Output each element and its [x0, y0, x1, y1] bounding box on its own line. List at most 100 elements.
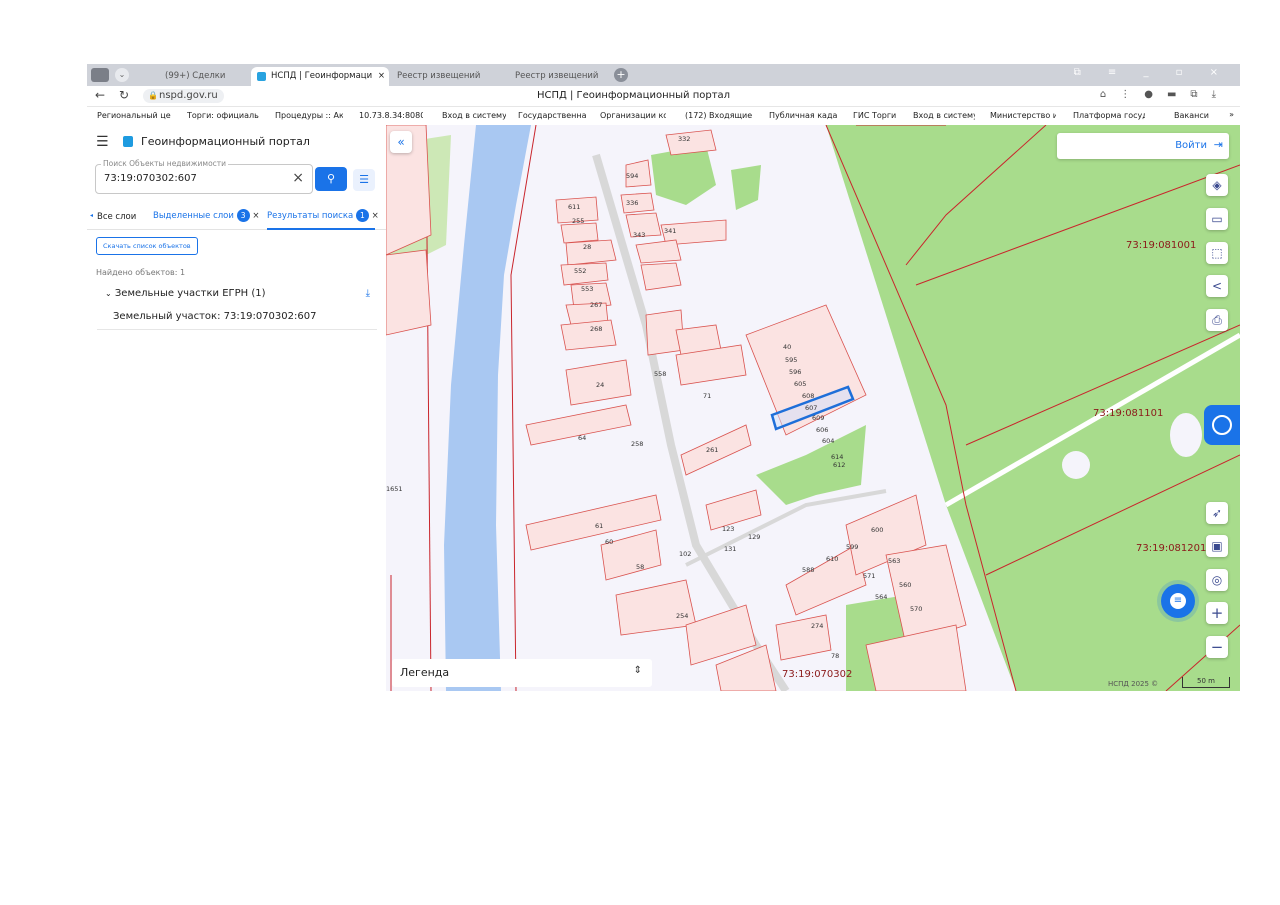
scale-bar: 50 m	[1182, 677, 1230, 688]
minimap-icon: ▣	[1211, 539, 1223, 553]
parcel-label: 254	[676, 612, 689, 620]
map-canvas[interactable]: 332 594 336 611 255 343 341 28 552 553 2…	[386, 125, 1240, 691]
download-list-button[interactable]: Скачать список объектов	[96, 237, 198, 255]
tab-selected-layers[interactable]: Выделенные слои 3 ×	[153, 209, 259, 222]
filter-button[interactable]: ☰	[353, 169, 375, 191]
search-panel: ☰ Геоинформационный портал Поиск Объекты…	[87, 125, 386, 691]
legend-selector[interactable]: Легенда ⇕	[392, 659, 652, 687]
quarter-label: 73:19:070302	[782, 669, 853, 680]
reload-icon[interactable]: ↻	[119, 88, 129, 102]
collapse-panel-button[interactable]: «	[390, 131, 412, 153]
new-tab-icon[interactable]: +	[614, 68, 628, 82]
tab-all-layers[interactable]: Все слои	[97, 212, 136, 222]
side-panel-toggle[interactable]	[1204, 405, 1240, 445]
chat-list-icon: ≡	[1170, 593, 1186, 609]
close-tab-icon[interactable]: ×	[372, 211, 379, 221]
locate-me-button[interactable]: ➶	[1206, 502, 1228, 524]
login-label: Войти	[1175, 140, 1207, 151]
tab-notices-2[interactable]: Реестр извещений	[495, 67, 615, 86]
clearing	[1062, 451, 1090, 479]
search-input[interactable]: Поиск Объекты недвижимости 73:19:070302:…	[95, 159, 313, 194]
bookmark-item[interactable]: Публичная кадас	[769, 111, 837, 120]
parcel-label: 129	[748, 533, 761, 541]
result-group-header[interactable]: ⌄ Земельные участки ЕГРН (1) ⤓	[105, 288, 370, 299]
login-arrow-icon: ⇥	[1213, 138, 1223, 151]
clear-search-icon[interactable]: ×	[292, 170, 304, 186]
ruler-button[interactable]: ▭	[1206, 208, 1228, 230]
chat-button[interactable]: ≡	[1161, 584, 1195, 618]
parcel-label: 595	[785, 356, 798, 364]
download-group-icon[interactable]: ⤓	[366, 288, 370, 299]
minimap-button[interactable]: ▣	[1206, 535, 1228, 557]
print-button[interactable]: ⎙	[1206, 309, 1228, 331]
hamburger-menu-icon[interactable]: ☰	[96, 134, 109, 150]
layers-button[interactable]: ◈	[1206, 174, 1228, 196]
result-item-label: Земельный участок: 73:19:070302:607	[113, 311, 317, 322]
bookmark-item[interactable]: Министерство и	[990, 111, 1056, 120]
bookmark-item[interactable]: Платформа госуд	[1073, 111, 1145, 120]
scale-label: 50 m	[1197, 677, 1215, 685]
zoom-in-button[interactable]: +	[1206, 602, 1228, 624]
parcel-label: 564	[875, 593, 888, 601]
tab-notices-1[interactable]: Реестр извещений	[377, 67, 497, 86]
bookmark-item[interactable]: Вход в систему	[913, 111, 975, 120]
location-arrow-icon: ➶	[1211, 506, 1223, 520]
bookmark-item[interactable]: Государственная	[518, 111, 586, 120]
share-button[interactable]: <	[1206, 275, 1228, 297]
bookmark-item[interactable]: 10.73.8.34:8080/c	[359, 111, 423, 120]
area-select-button[interactable]: ⬚	[1206, 242, 1228, 264]
parcel-label: 599	[846, 543, 859, 551]
tab-label: НСПД | Геоинформаци	[271, 71, 373, 81]
browser-menu-icon[interactable]	[91, 68, 109, 82]
result-item[interactable]: Земельный участок: 73:19:070302:607	[97, 303, 377, 330]
tab-label: Выделенные слои	[153, 211, 234, 221]
parcel-label: 614	[831, 453, 844, 461]
parcel-label: 596	[789, 368, 802, 376]
search-icon: ⚲	[326, 172, 336, 185]
login-button[interactable]: Войти ⇥	[1057, 133, 1229, 159]
parcel-label: 341	[664, 227, 677, 235]
parcel-label: 604	[822, 437, 835, 445]
bookmark-item[interactable]: Торги: официалы	[187, 111, 259, 120]
browser-tab-bar: ⌄ (99+) Сделки НСПД | Геоинформаци × Рее…	[87, 64, 1240, 86]
close-tab-icon[interactable]: ×	[252, 211, 259, 221]
share-icon: <	[1211, 279, 1223, 293]
address-bar: ← ↻ 🔒 nspd.gov.ru НСПД | Геоинформационн…	[87, 86, 1240, 107]
portal-logo-icon	[123, 136, 133, 147]
search-button[interactable]: ⚲	[315, 167, 347, 191]
parcel-label: 608	[802, 392, 815, 400]
tab-nspd[interactable]: НСПД | Геоинформаци ×	[251, 67, 389, 86]
search-value: 73:19:070302:607	[104, 173, 197, 184]
group-title: Земельные участки ЕГРН (1)	[114, 288, 266, 299]
parcel-label: 274	[811, 622, 824, 630]
bookmark-item[interactable]: (172) Входящие -	[685, 111, 753, 120]
parcel-label: 612	[833, 461, 846, 469]
window-controls-icon[interactable]: ⧉ ≡ _ ▫ ×	[1074, 67, 1230, 78]
page-title: НСПД | Геоинформационный портал	[537, 90, 731, 101]
bookmark-item[interactable]: ГИС Торги	[853, 111, 899, 120]
toolbar-icons[interactable]: ⌂⋮●▬⧉⤓	[1100, 89, 1230, 100]
parcel-label: 60	[605, 538, 614, 546]
results-count-badge: 1	[355, 209, 369, 222]
url-field[interactable]: 🔒 nspd.gov.ru	[143, 89, 224, 103]
bookmark-item[interactable]: Региональный це	[97, 111, 171, 120]
bookmark-item[interactable]: Процедуры :: Акт	[275, 111, 343, 120]
tabs-scroll-left-icon[interactable]: ◂	[90, 212, 93, 219]
chat-bubble-icon	[1212, 415, 1232, 435]
tab-search-results[interactable]: Результаты поиска 1 ×	[267, 209, 379, 222]
tab-label: Результаты поиска	[267, 211, 354, 221]
parcel-label: 563	[888, 557, 901, 565]
attribution: НСПД 2025 ©	[1108, 680, 1159, 688]
tab-label: Реестр извещений	[397, 71, 481, 81]
parcel-label: 102	[679, 550, 692, 558]
parcel-label: 607	[805, 404, 818, 412]
zoom-out-button[interactable]: −	[1206, 636, 1228, 658]
bookmark-item[interactable]: Организации ко	[600, 111, 666, 120]
bookmark-item[interactable]: Ваканси	[1174, 111, 1218, 120]
tabs-dropdown-icon[interactable]: ⌄	[115, 68, 129, 82]
geo-point-button[interactable]: ◎	[1206, 569, 1228, 591]
parcel-label: 123	[722, 525, 735, 533]
back-icon[interactable]: ←	[95, 88, 105, 102]
more-bookmarks-icon[interactable]: »	[1229, 110, 1234, 119]
bookmark-item[interactable]: Вход в систему	[442, 111, 506, 120]
